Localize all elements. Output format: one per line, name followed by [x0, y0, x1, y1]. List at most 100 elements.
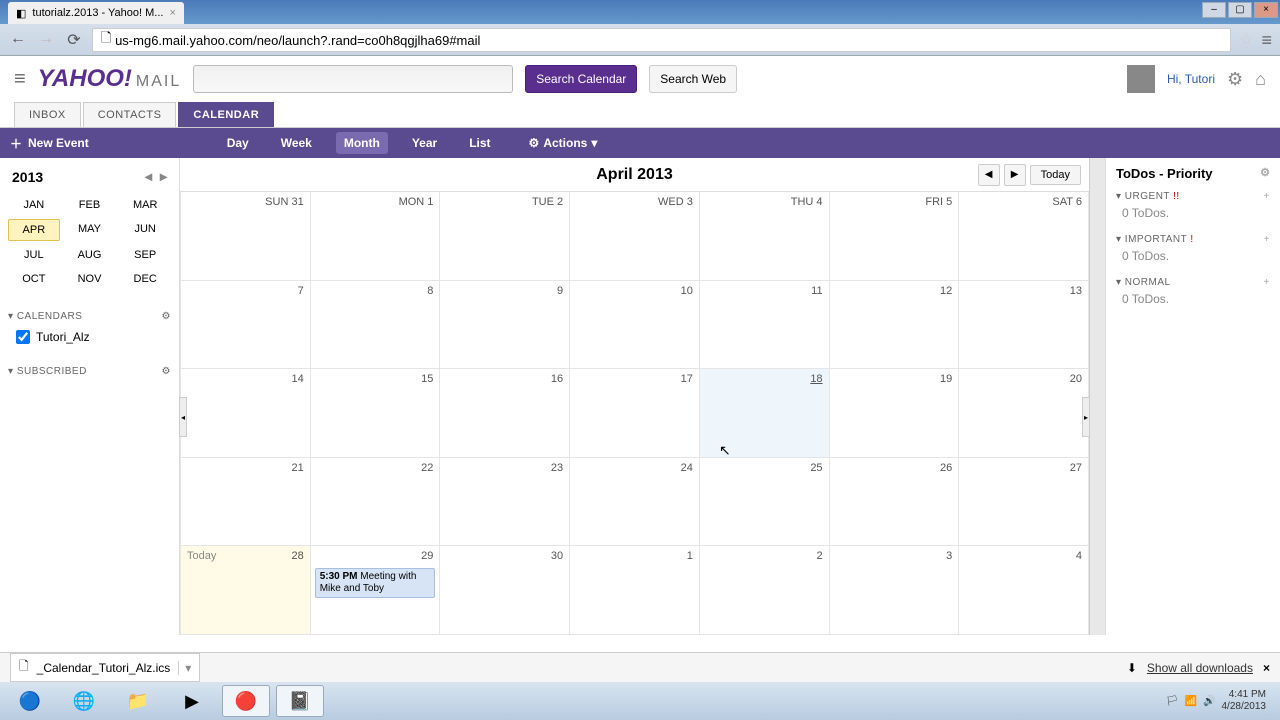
- start-button[interactable]: 🔵: [6, 685, 54, 717]
- yahoo-logo[interactable]: YAHOO!MAIL: [38, 65, 182, 93]
- calendar-cell[interactable]: 28Today: [181, 546, 311, 635]
- month-cell-jan[interactable]: JAN: [8, 195, 60, 215]
- close-button[interactable]: ×: [1254, 2, 1278, 18]
- scrollbar[interactable]: [1089, 158, 1105, 635]
- plus-icon[interactable]: +: [1264, 234, 1270, 245]
- system-tray[interactable]: 🏳 📶 🔊 4:41 PM 4/28/2013: [1166, 689, 1274, 713]
- calendar-cell[interactable]: 295:30 PM Meeting with Mike and Toby: [311, 546, 441, 635]
- calendar-checkbox[interactable]: [16, 330, 30, 344]
- calendar-cell[interactable]: 23: [440, 458, 570, 547]
- greeting[interactable]: Hi, Tutori: [1167, 72, 1215, 86]
- todo-section-header[interactable]: ▾ IMPORTANT !+: [1116, 234, 1270, 245]
- tab-contacts[interactable]: CONTACTS: [83, 102, 177, 127]
- month-cell-mar[interactable]: MAR: [119, 195, 171, 215]
- view-week[interactable]: Week: [273, 132, 320, 154]
- back-button[interactable]: ←: [8, 30, 28, 50]
- taskbar-ie[interactable]: 🌐: [60, 685, 108, 717]
- month-cell-may[interactable]: MAY: [64, 219, 116, 241]
- todo-section-header[interactable]: ▾ NORMAL +: [1116, 277, 1270, 288]
- month-cell-apr[interactable]: APR: [8, 219, 60, 241]
- calendars-header[interactable]: ▾ CALENDARS ⚙: [8, 307, 171, 326]
- calendar-cell[interactable]: MON 1: [311, 192, 441, 281]
- calendar-cell[interactable]: THU 4: [700, 192, 830, 281]
- tray-volume-icon[interactable]: 🔊: [1203, 696, 1215, 707]
- close-icon[interactable]: ×: [169, 7, 175, 19]
- calendar-cell[interactable]: 8: [311, 281, 441, 370]
- chevron-down-icon[interactable]: ▾: [178, 661, 191, 675]
- taskbar-app[interactable]: 📓: [276, 685, 324, 717]
- view-list[interactable]: List: [461, 132, 498, 154]
- collapse-right-icon[interactable]: ▸: [1082, 397, 1090, 437]
- calendar-cell[interactable]: 18: [700, 369, 830, 458]
- calendar-cell[interactable]: 26: [830, 458, 960, 547]
- view-day[interactable]: Day: [219, 132, 257, 154]
- calendar-cell[interactable]: TUE 2: [440, 192, 570, 281]
- calendar-cell[interactable]: 20: [959, 369, 1089, 458]
- chrome-menu-icon[interactable]: ≡: [1261, 30, 1272, 51]
- calendar-cell[interactable]: 19: [830, 369, 960, 458]
- month-cell-dec[interactable]: DEC: [119, 269, 171, 289]
- bookmark-icon[interactable]: ☆: [1239, 30, 1253, 50]
- tray-flag-icon[interactable]: 🏳: [1166, 696, 1179, 707]
- today-button[interactable]: Today: [1030, 165, 1081, 185]
- month-cell-jun[interactable]: JUN: [119, 219, 171, 241]
- clock[interactable]: 4:41 PM 4/28/2013: [1222, 689, 1275, 713]
- url-input[interactable]: 🗋 us-mg6.mail.yahoo.com/neo/launch?.rand…: [92, 28, 1231, 52]
- calendar-cell[interactable]: 3: [830, 546, 960, 635]
- next-month-button[interactable]: ▶: [1004, 164, 1026, 186]
- tray-network-icon[interactable]: 📶: [1185, 696, 1197, 707]
- home-icon[interactable]: ⌂: [1255, 69, 1266, 90]
- search-web-button[interactable]: Search Web: [649, 65, 737, 93]
- calendar-cell[interactable]: 14: [181, 369, 311, 458]
- month-cell-feb[interactable]: FEB: [64, 195, 116, 215]
- month-cell-aug[interactable]: AUG: [64, 245, 116, 265]
- taskbar-chrome[interactable]: 🔴: [222, 685, 270, 717]
- taskbar-media[interactable]: ▶: [168, 685, 216, 717]
- calendar-event[interactable]: 5:30 PM Meeting with Mike and Toby: [315, 568, 436, 598]
- calendar-cell[interactable]: SAT 6: [959, 192, 1089, 281]
- download-item[interactable]: 🗋 _Calendar_Tutori_Alz.ics ▾: [10, 653, 200, 682]
- month-cell-nov[interactable]: NOV: [64, 269, 116, 289]
- search-input[interactable]: [193, 65, 513, 93]
- calendar-cell[interactable]: 17: [570, 369, 700, 458]
- calendar-cell[interactable]: 12: [830, 281, 960, 370]
- close-icon[interactable]: ×: [1263, 661, 1270, 675]
- plus-icon[interactable]: +: [1264, 191, 1270, 202]
- view-year[interactable]: Year: [404, 132, 445, 154]
- calendar-cell[interactable]: 15: [311, 369, 441, 458]
- taskbar-explorer[interactable]: 📁: [114, 685, 162, 717]
- collapse-left-icon[interactable]: ◂: [179, 397, 187, 437]
- calendar-cell[interactable]: 2: [700, 546, 830, 635]
- new-event-button[interactable]: ＋ New Event: [10, 135, 89, 152]
- maximize-button[interactable]: ▢: [1228, 2, 1252, 18]
- reload-button[interactable]: ⟳: [64, 30, 84, 50]
- month-cell-sep[interactable]: SEP: [119, 245, 171, 265]
- month-cell-oct[interactable]: OCT: [8, 269, 60, 289]
- calendar-cell[interactable]: 9: [440, 281, 570, 370]
- calendar-cell[interactable]: WED 3: [570, 192, 700, 281]
- avatar[interactable]: [1127, 65, 1155, 93]
- calendar-cell[interactable]: 1: [570, 546, 700, 635]
- calendar-cell[interactable]: 21: [181, 458, 311, 547]
- calendar-cell[interactable]: 25: [700, 458, 830, 547]
- calendar-cell[interactable]: 13: [959, 281, 1089, 370]
- gear-icon[interactable]: ⚙: [162, 311, 171, 322]
- calendar-cell[interactable]: SUN 31: [181, 192, 311, 281]
- month-cell-jul[interactable]: JUL: [8, 245, 60, 265]
- todo-section-header[interactable]: ▾ URGENT !!+: [1116, 191, 1270, 202]
- gear-icon[interactable]: ⚙: [162, 366, 171, 377]
- forward-button[interactable]: →: [36, 30, 56, 50]
- calendar-cell[interactable]: 7: [181, 281, 311, 370]
- tab-inbox[interactable]: INBOX: [14, 102, 81, 127]
- minimize-button[interactable]: –: [1202, 2, 1226, 18]
- calendar-cell[interactable]: 27: [959, 458, 1089, 547]
- show-all-downloads[interactable]: Show all downloads: [1147, 661, 1253, 675]
- prev-month-button[interactable]: ◀: [978, 164, 1000, 186]
- subscribed-header[interactable]: ▾ SUBSCRIBED ⚙: [8, 362, 171, 381]
- calendar-cell[interactable]: 16: [440, 369, 570, 458]
- calendar-cell[interactable]: 10: [570, 281, 700, 370]
- gear-icon[interactable]: ⚙: [1227, 69, 1243, 90]
- actions-menu[interactable]: ⚙ Actions ▾: [529, 136, 598, 150]
- calendar-item[interactable]: Tutori_Alz: [8, 326, 171, 348]
- gear-icon[interactable]: ⚙: [1260, 166, 1270, 181]
